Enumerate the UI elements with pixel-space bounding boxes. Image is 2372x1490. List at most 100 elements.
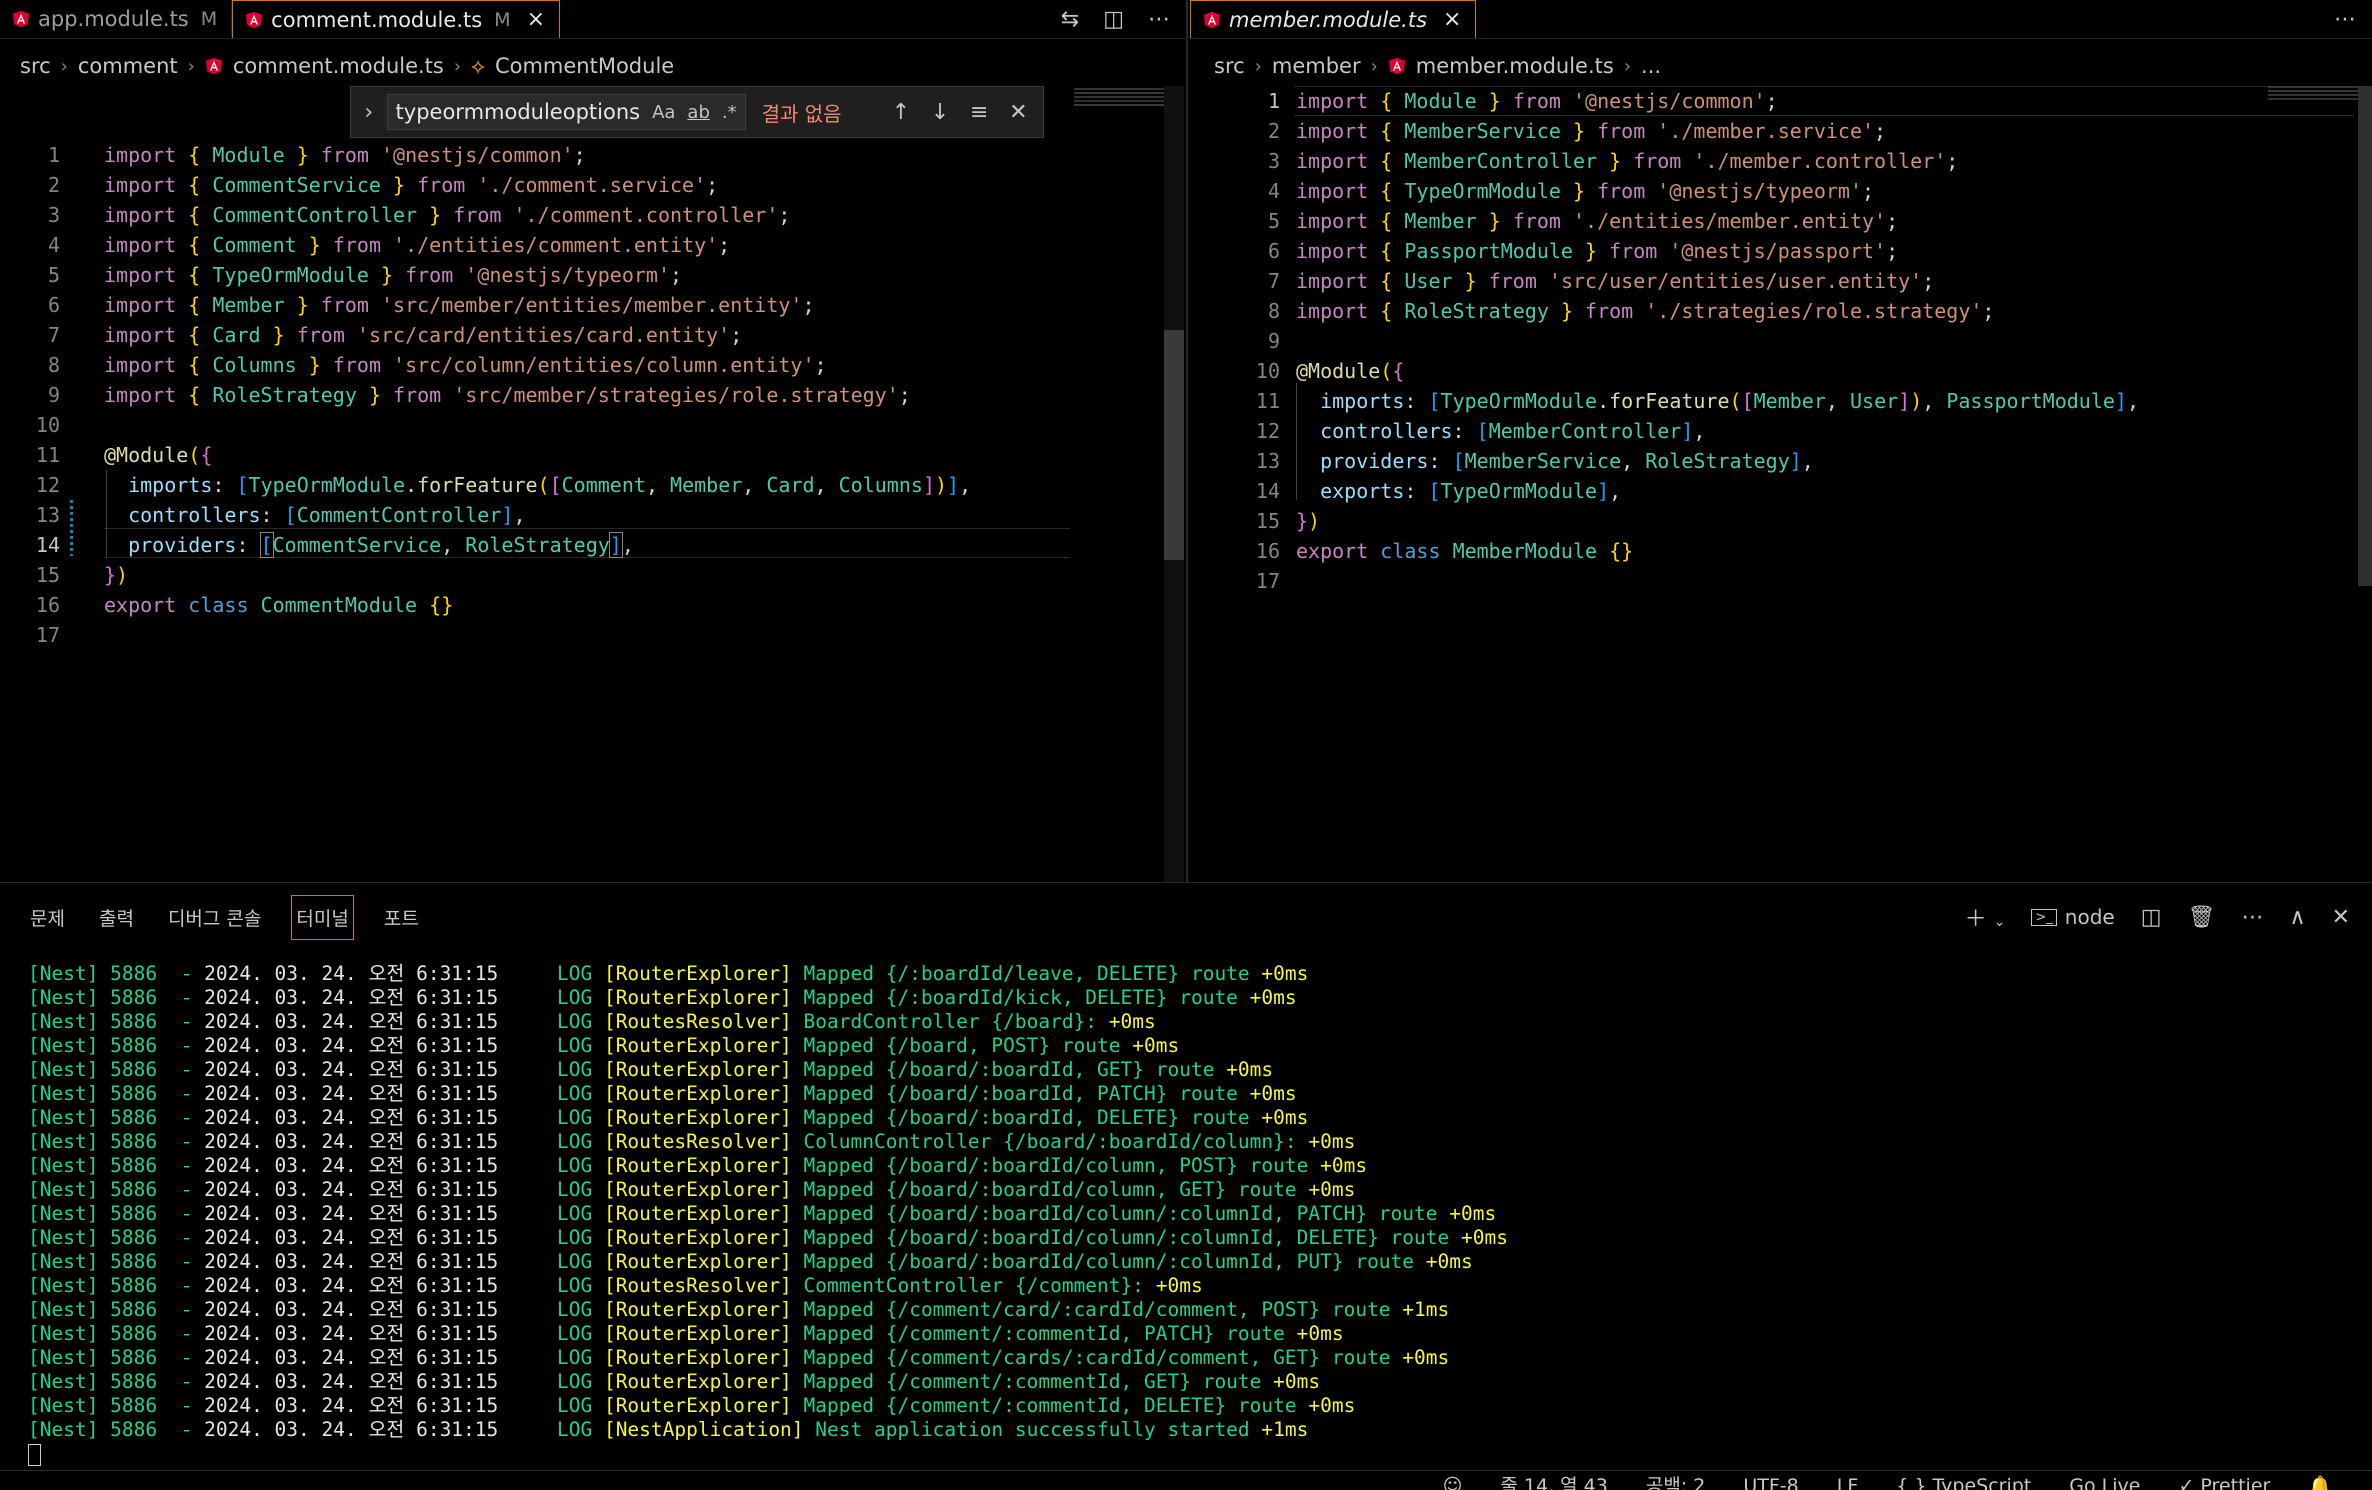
prettier-status[interactable]: ✓ Prettier: [2178, 1471, 2270, 1490]
line-number: 10: [35, 413, 60, 437]
line-number: 9: [47, 383, 60, 407]
crumb-file[interactable]: comment.module.ts: [233, 54, 444, 78]
language-mode[interactable]: { } TypeScript: [1896, 1471, 2031, 1490]
right-editor[interactable]: 1 2 3 4 5 6 7 8 9 10 11 12 13 14 15 16 17 import { Modul…: [1190, 86, 2354, 882]
modified-badge: M: [200, 8, 218, 30]
maximize-icon[interactable]: ∧: [2289, 905, 2305, 930]
terminal-line: [Nest] 5886 - 2024. 03. 24. 오전 6:31:15 L…: [28, 1298, 1450, 1321]
code-line: import { CommentService } from './commen…: [104, 173, 719, 197]
minimap[interactable]: [1074, 88, 1164, 118]
line-number: 6: [47, 293, 60, 317]
terminal-line: [Nest] 5886 - 2024. 03. 24. 오전 6:31:15 L…: [28, 1058, 1274, 1081]
shell-name: node: [2064, 905, 2115, 929]
line-number: 2: [1267, 119, 1280, 143]
editor-group-divider[interactable]: [1186, 0, 1188, 882]
indentation[interactable]: 공백: 2: [1646, 1471, 1706, 1490]
scrollbar-thumb[interactable]: [2358, 86, 2372, 586]
split-editor-icon[interactable]: ◫: [1103, 7, 1124, 32]
tab-terminal[interactable]: 터미널: [291, 894, 354, 940]
split-terminal-icon[interactable]: ◫: [2141, 905, 2162, 930]
regex-toggle[interactable]: .*: [722, 102, 737, 123]
feedback-icon[interactable]: ☺: [1443, 1471, 1463, 1490]
terminal-line: [Nest] 5886 - 2024. 03. 24. 오전 6:31:15 L…: [28, 1394, 1356, 1417]
line-number: 3: [1267, 149, 1280, 173]
crumb-symbol[interactable]: CommentModule: [495, 54, 674, 78]
change-marker: [70, 500, 73, 556]
terminal-line: [Nest] 5886 - 2024. 03. 24. 오전 6:31:15 L…: [28, 1346, 1450, 1369]
code-line: import { User } from 'src/user/entities/…: [1296, 269, 1935, 293]
compare-icon[interactable]: ⇆: [1061, 7, 1079, 32]
line-number: 16: [35, 593, 60, 617]
code-line: controllers: [CommentController],: [128, 503, 526, 527]
terminal-output[interactable]: [Nest] 5886 - 2024. 03. 24. 오전 6:31:15 L…: [28, 962, 1508, 1466]
line-number: 12: [35, 473, 60, 497]
close-icon[interactable]: ✕: [2332, 905, 2350, 930]
terminal-icon: >_: [2031, 908, 2057, 926]
terminal-line: [Nest] 5886 - 2024. 03. 24. 오전 6:31:15 L…: [28, 1202, 1497, 1225]
cursor-position[interactable]: 줄 14, 열 43: [1500, 1471, 1607, 1490]
tab-label: member.module.ts: [1229, 7, 1428, 32]
tab-problems[interactable]: 문제: [26, 896, 69, 939]
more-icon[interactable]: ⋯: [2334, 7, 2356, 32]
line-number: 8: [47, 353, 60, 377]
line-number: 12: [1255, 419, 1280, 443]
tab-debug-console[interactable]: 디버그 콘솔: [164, 896, 265, 939]
tab-comment-module[interactable]: comment.module.ts M ×: [232, 0, 561, 38]
line-number: 3: [47, 203, 60, 227]
close-icon[interactable]: ×: [527, 7, 545, 32]
whole-word-toggle[interactable]: ab: [687, 102, 709, 123]
line-number: 10: [1255, 359, 1280, 383]
terminal-line: [Nest] 5886 - 2024. 03. 24. 오전 6:31:15 L…: [28, 1370, 1321, 1393]
encoding[interactable]: UTF-8: [1743, 1471, 1798, 1490]
line-number: 5: [47, 263, 60, 287]
crumb-src[interactable]: src: [1214, 54, 1245, 78]
more-icon[interactable]: ⋯: [1148, 7, 1170, 32]
selection-icon[interactable]: ≡: [965, 100, 994, 125]
code-line: import { MemberController } from './memb…: [1296, 149, 1959, 173]
angular-icon: [205, 57, 222, 75]
code-line: import { TypeOrmModule } from '@nestjs/t…: [104, 263, 683, 287]
go-live-button[interactable]: Go Live: [2069, 1471, 2140, 1490]
trash-icon[interactable]: 🗑: [2188, 905, 2216, 930]
crumb-folder[interactable]: member: [1272, 54, 1361, 78]
crumb-file[interactable]: member.module.ts: [1416, 54, 1614, 78]
tab-member-module[interactable]: member.module.ts ×: [1190, 0, 1477, 38]
plus-icon[interactable]: ＋ ⌄: [1965, 901, 2006, 933]
more-icon[interactable]: ⋯: [2241, 905, 2263, 930]
tab-app-module[interactable]: app.module.ts M: [0, 0, 233, 38]
eol[interactable]: LF: [1837, 1471, 1859, 1490]
left-editor[interactable]: 1 2 3 4 5 6 7 8 9 10 11 12 13 14 15 16 17 import { Modul…: [0, 86, 1166, 882]
bell-icon[interactable]: 🔔: [2308, 1471, 2332, 1490]
close-icon[interactable]: ✕: [1004, 100, 1033, 125]
symbol-class-icon: ⟡: [471, 53, 485, 78]
status-bar: ☺ 줄 14, 열 43 공백: 2 UTF-8 LF { } TypeScri…: [0, 1470, 2372, 1490]
crumb-symbol[interactable]: ...: [1641, 54, 1661, 78]
code-line: import { Comment } from './entities/comm…: [104, 233, 731, 257]
arrow-up-icon[interactable]: ↑: [886, 100, 915, 125]
line-number: 11: [1255, 389, 1280, 413]
line-number: 7: [1267, 269, 1280, 293]
line-number: 5: [1267, 209, 1280, 233]
scrollbar-thumb[interactable]: [1164, 330, 1184, 560]
line-number: 16: [1255, 539, 1280, 563]
terminal-selector[interactable]: >_ node: [2031, 905, 2115, 929]
line-number: 1: [1267, 89, 1280, 113]
code-line: import { PassportModule } from '@nestjs/…: [1296, 239, 1899, 263]
crumb-src[interactable]: src: [20, 54, 51, 78]
line-number: 14: [1255, 479, 1280, 503]
breadcrumb-right: src › member › member.module.ts › ...: [1194, 46, 1661, 86]
match-case-toggle[interactable]: Aa: [652, 102, 675, 123]
arrow-down-icon[interactable]: ↓: [926, 100, 955, 125]
close-icon[interactable]: ×: [1443, 7, 1461, 32]
breadcrumb-left: src › comment › comment.module.ts › ⟡ Co…: [0, 46, 674, 86]
find-input[interactable]: typeormmoduleoptions Aa ab .*: [386, 94, 746, 130]
line-number: 2: [47, 173, 60, 197]
crumb-folder[interactable]: comment: [78, 54, 178, 78]
tab-output[interactable]: 출력: [95, 896, 138, 939]
line-number: 17: [1255, 569, 1280, 593]
tab-ports[interactable]: 포트: [380, 896, 423, 939]
minimap[interactable]: [2268, 86, 2358, 114]
terminal-line: [Nest] 5886 - 2024. 03. 24. 오전 6:31:15 L…: [28, 1178, 1356, 1201]
toggle-replace-icon[interactable]: ›: [361, 100, 377, 125]
modified-badge: M: [494, 8, 511, 31]
